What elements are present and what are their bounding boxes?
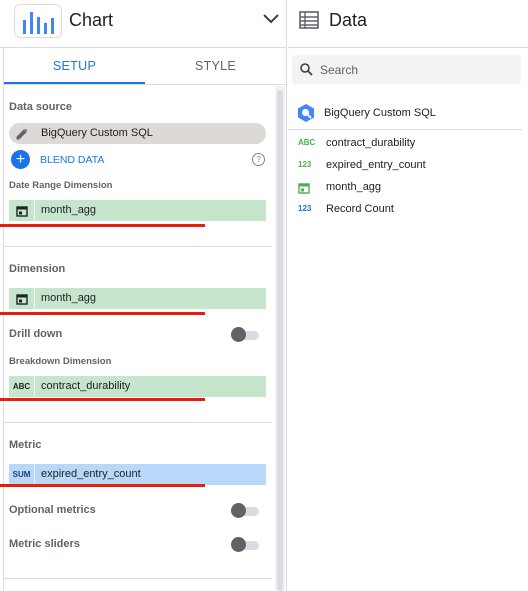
breakdown-dimension-label: Breakdown Dimension xyxy=(9,356,112,367)
data-panel: Data Search BigQuery Custom SQL ABC cont… xyxy=(288,0,528,591)
metric-label: Metric xyxy=(9,439,42,451)
pencil-icon[interactable] xyxy=(9,123,34,144)
number-type-icon: 123 xyxy=(298,204,312,213)
text-type-icon: ABC xyxy=(9,376,35,397)
text-type-icon: ABC xyxy=(298,138,316,147)
tab-setup[interactable]: SETUP xyxy=(4,48,145,84)
section-divider xyxy=(4,246,272,247)
scrollbar-thumb[interactable] xyxy=(277,90,283,591)
data-source-name: BigQuery Custom SQL xyxy=(324,107,436,119)
tab-style[interactable]: STYLE xyxy=(145,48,286,84)
drill-down-label: Drill down xyxy=(9,328,63,340)
panel-edge xyxy=(3,48,4,591)
drill-down-toggle[interactable] xyxy=(231,327,259,343)
calendar-icon xyxy=(9,200,35,221)
field-name: Record Count xyxy=(326,203,394,215)
blend-data-button[interactable]: BLEND DATA xyxy=(40,154,104,166)
search-icon xyxy=(300,63,313,76)
field-name: month_agg xyxy=(326,181,382,193)
sum-aggregation-badge[interactable]: SUM xyxy=(9,464,35,485)
annotation-underline xyxy=(0,312,205,315)
data-source-row[interactable]: BigQuery Custom SQL xyxy=(296,103,522,123)
add-icon[interactable]: + xyxy=(11,150,30,169)
annotation-underline xyxy=(0,484,205,487)
data-header: Data xyxy=(288,0,528,48)
optional-metrics-label: Optional metrics xyxy=(9,504,96,516)
field-row[interactable]: ABC contract_durability xyxy=(298,135,518,153)
bar-chart-icon[interactable] xyxy=(14,4,62,38)
field-row[interactable]: 123 expired_entry_count xyxy=(298,157,518,175)
data-source-name: BigQuery Custom SQL xyxy=(41,127,153,139)
metric-sliders-label: Metric sliders xyxy=(9,538,80,550)
chart-properties-panel: Chart SETUP STYLE Data source BigQuery C… xyxy=(0,0,287,591)
search-input[interactable]: Search xyxy=(292,55,521,84)
optional-metrics-toggle[interactable] xyxy=(231,503,259,519)
data-source-chip[interactable]: BigQuery Custom SQL xyxy=(9,123,266,144)
data-source-label: Data source xyxy=(9,101,72,113)
date-range-field: month_agg xyxy=(41,204,97,216)
annotation-underline xyxy=(0,224,205,227)
fields-divider xyxy=(288,129,522,130)
calendar-icon xyxy=(298,182,318,196)
date-range-chip[interactable]: month_agg xyxy=(9,200,266,221)
breakdown-dimension-field: contract_durability xyxy=(41,380,131,392)
search-placeholder: Search xyxy=(320,63,359,77)
chevron-down-icon[interactable] xyxy=(262,12,280,26)
field-row[interactable]: month_agg xyxy=(298,179,518,197)
section-divider xyxy=(4,422,272,423)
dimension-label: Dimension xyxy=(9,263,66,275)
metric-chip[interactable]: SUM expired_entry_count xyxy=(9,464,266,485)
field-row[interactable]: 123 Record Count xyxy=(298,201,518,219)
data-title: Data xyxy=(329,10,368,30)
date-range-label: Date Range Dimension xyxy=(9,180,113,191)
chart-title: Chart xyxy=(69,10,114,30)
bigquery-icon xyxy=(298,104,314,122)
calendar-icon xyxy=(9,288,35,309)
dimension-chip[interactable]: month_agg xyxy=(9,288,266,309)
field-name: contract_durability xyxy=(326,137,416,149)
table-icon xyxy=(299,11,319,29)
section-divider xyxy=(4,578,272,579)
help-icon[interactable]: ? xyxy=(252,153,265,166)
annotation-underline xyxy=(0,398,205,401)
metric-sliders-toggle[interactable] xyxy=(231,537,259,553)
dimension-field: month_agg xyxy=(41,292,97,304)
number-type-icon: 123 xyxy=(298,160,312,169)
chart-header: Chart xyxy=(0,0,286,48)
field-name: expired_entry_count xyxy=(326,159,426,171)
setup-style-tabs: SETUP STYLE xyxy=(4,48,286,85)
breakdown-dimension-chip[interactable]: ABC contract_durability xyxy=(9,376,266,397)
metric-field: expired_entry_count xyxy=(41,468,141,480)
